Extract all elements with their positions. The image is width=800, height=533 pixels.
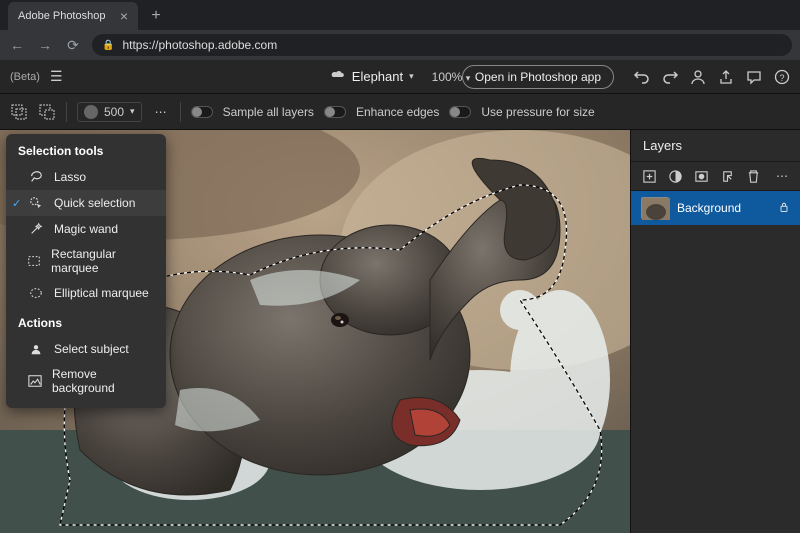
undo-icon[interactable] bbox=[634, 69, 650, 85]
lock-icon[interactable] bbox=[778, 201, 790, 216]
url-bar[interactable]: 🔒 https://photoshop.adobe.com bbox=[92, 34, 792, 56]
layer-name: Background bbox=[677, 201, 770, 215]
tool-label: Lasso bbox=[54, 170, 86, 184]
clip-icon[interactable] bbox=[719, 168, 735, 184]
mask-icon[interactable] bbox=[693, 168, 709, 184]
selection-tools-header: Selection tools bbox=[6, 142, 166, 164]
action-label: Remove background bbox=[52, 367, 154, 395]
lasso-icon bbox=[28, 169, 44, 185]
app-top-bar: (Beta) ☰ Elephant ▾ 100% ▾ Open in Photo… bbox=[0, 60, 800, 94]
tool-rectangular-marquee[interactable]: Rectangular marquee bbox=[6, 242, 166, 280]
share-icon[interactable] bbox=[718, 69, 734, 85]
tool-label: Magic wand bbox=[54, 222, 118, 236]
options-bar: 500 ▾ ⋯ Sample all layers Enhance edges … bbox=[0, 94, 800, 130]
magic-wand-icon bbox=[28, 221, 44, 237]
chevron-down-icon: ▾ bbox=[466, 73, 471, 83]
quick-selection-icon bbox=[28, 195, 44, 211]
add-to-selection-icon[interactable] bbox=[10, 103, 28, 121]
layers-toolbar: ⋯ bbox=[631, 162, 800, 191]
open-in-app-button[interactable]: Open in Photoshop app bbox=[462, 65, 614, 89]
browser-tab-strip: Adobe Photoshop × + bbox=[0, 0, 800, 30]
comment-icon[interactable] bbox=[746, 69, 762, 85]
layer-thumbnail bbox=[641, 197, 669, 219]
main-area: Selection tools Lasso ✓ Quick selection … bbox=[0, 130, 800, 533]
add-layer-icon[interactable] bbox=[641, 168, 657, 184]
document-name-dropdown[interactable]: Elephant ▾ bbox=[330, 69, 414, 84]
tab-title: Adobe Photoshop bbox=[18, 10, 105, 22]
reload-icon[interactable]: ⟳ bbox=[64, 37, 82, 54]
tool-magic-wand[interactable]: Magic wand bbox=[6, 216, 166, 242]
menu-icon[interactable]: ☰ bbox=[50, 68, 63, 85]
tool-label: Quick selection bbox=[54, 196, 135, 210]
tool-label: Rectangular marquee bbox=[51, 247, 154, 275]
select-subject-icon bbox=[28, 341, 44, 357]
browser-toolbar: ← → ⟳ 🔒 https://photoshop.adobe.com bbox=[0, 30, 800, 60]
forward-icon[interactable]: → bbox=[36, 37, 54, 53]
layers-panel: Layers ⋯ Background bbox=[630, 130, 800, 533]
sample-all-label: Sample all layers bbox=[223, 105, 314, 119]
document-name: Elephant bbox=[352, 69, 403, 84]
more-icon[interactable]: ⋯ bbox=[774, 168, 790, 184]
subtract-selection-icon[interactable] bbox=[38, 103, 56, 121]
use-pressure-toggle[interactable] bbox=[449, 106, 471, 118]
chevron-down-icon: ▾ bbox=[409, 71, 414, 82]
enhance-edges-label: Enhance edges bbox=[356, 105, 439, 119]
chevron-down-icon: ▾ bbox=[130, 106, 135, 117]
zoom-dropdown[interactable]: 100% ▾ bbox=[432, 70, 471, 84]
new-tab-button[interactable]: + bbox=[144, 4, 168, 28]
use-pressure-label: Use pressure for size bbox=[481, 105, 594, 119]
action-label: Select subject bbox=[54, 342, 129, 356]
user-icon[interactable] bbox=[690, 69, 706, 85]
tool-elliptical-marquee[interactable]: Elliptical marquee bbox=[6, 280, 166, 306]
action-select-subject[interactable]: Select subject bbox=[6, 336, 166, 362]
remove-background-icon bbox=[27, 373, 42, 389]
tool-lasso[interactable]: Lasso bbox=[6, 164, 166, 190]
elliptical-marquee-icon bbox=[28, 285, 44, 301]
selection-tools-panel: Selection tools Lasso ✓ Quick selection … bbox=[6, 134, 166, 408]
canvas[interactable]: Selection tools Lasso ✓ Quick selection … bbox=[0, 130, 630, 533]
layer-row[interactable]: Background bbox=[631, 191, 800, 225]
beta-label: (Beta) bbox=[10, 71, 40, 83]
redo-icon[interactable] bbox=[662, 69, 678, 85]
lock-icon: 🔒 bbox=[102, 40, 114, 51]
back-icon[interactable]: ← bbox=[8, 37, 26, 53]
rectangular-marquee-icon bbox=[27, 253, 41, 269]
brush-size-input[interactable]: 500 ▾ bbox=[77, 102, 142, 122]
tool-quick-selection[interactable]: ✓ Quick selection bbox=[6, 190, 166, 216]
brush-preview-icon bbox=[84, 105, 98, 119]
check-icon: ✓ bbox=[12, 197, 22, 210]
tool-label: Elliptical marquee bbox=[54, 286, 149, 300]
close-icon[interactable]: × bbox=[120, 8, 128, 24]
sample-all-layers-toggle[interactable] bbox=[191, 106, 213, 118]
svg-text:?: ? bbox=[779, 73, 784, 83]
action-remove-background[interactable]: Remove background bbox=[6, 362, 166, 400]
cloud-icon bbox=[330, 69, 346, 84]
browser-tab[interactable]: Adobe Photoshop × bbox=[8, 2, 138, 30]
delete-icon[interactable] bbox=[745, 168, 761, 184]
more-options-icon[interactable]: ⋯ bbox=[152, 103, 170, 121]
actions-header: Actions bbox=[6, 314, 166, 336]
help-icon[interactable]: ? bbox=[774, 69, 790, 85]
enhance-edges-toggle[interactable] bbox=[324, 106, 346, 118]
adjustment-layer-icon[interactable] bbox=[667, 168, 683, 184]
url-text: https://photoshop.adobe.com bbox=[122, 38, 277, 52]
brush-size-value: 500 bbox=[104, 105, 124, 119]
layers-header: Layers bbox=[631, 130, 800, 162]
